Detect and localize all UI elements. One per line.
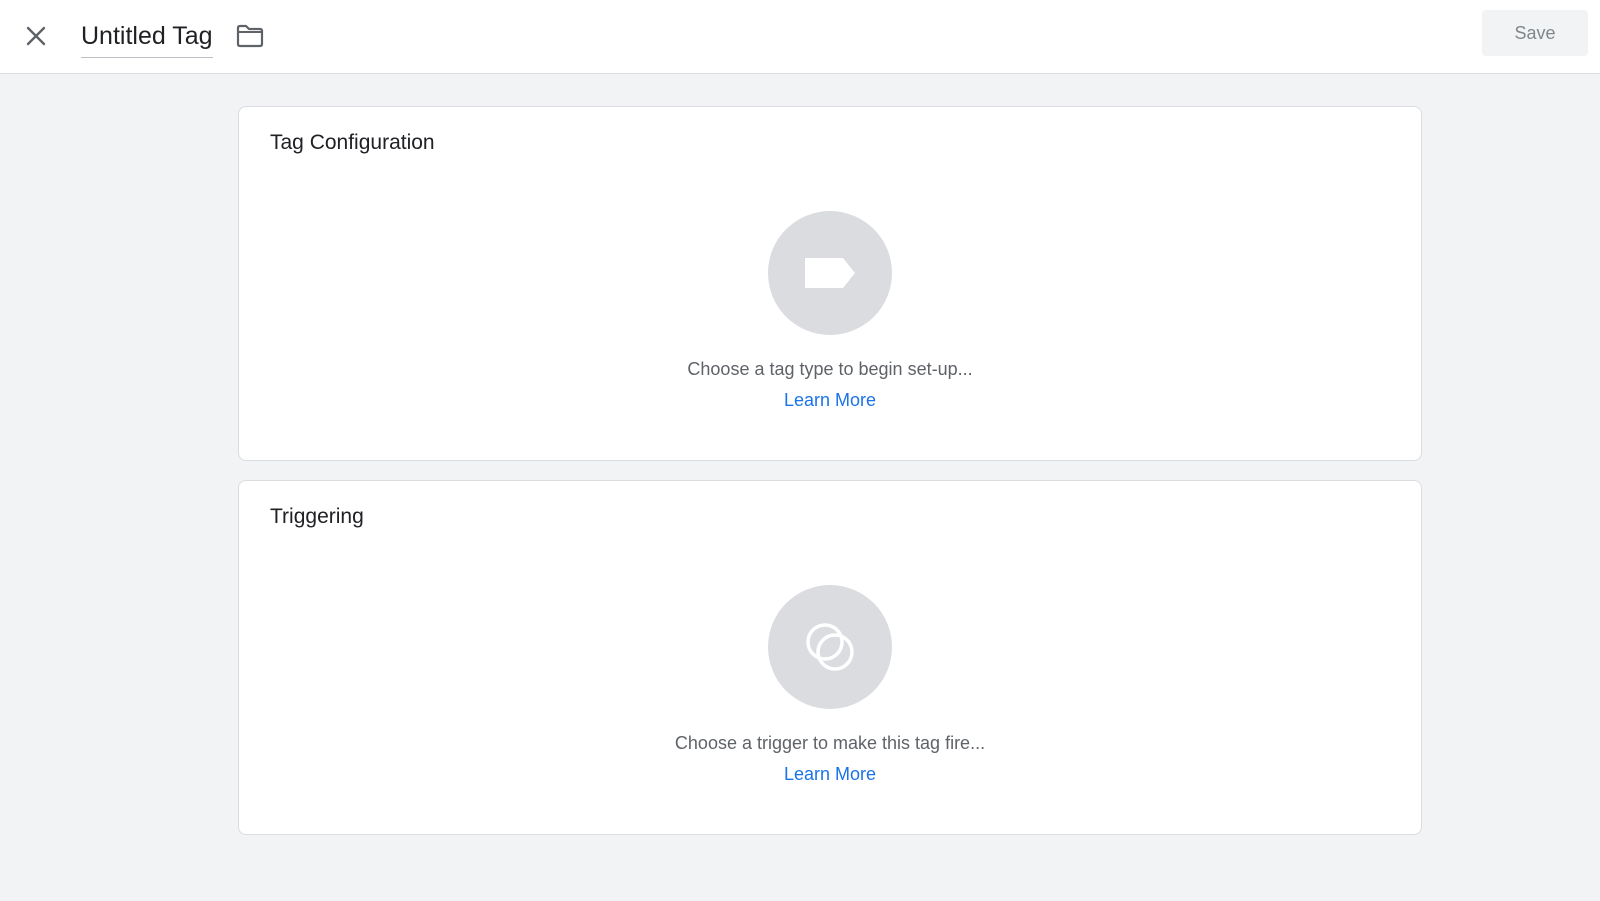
top-bar: Untitled Tag Save xyxy=(0,0,1600,74)
folder-icon xyxy=(236,24,264,48)
triggering-description: Choose a trigger to make this tag fire..… xyxy=(674,733,986,753)
tag-configuration-description: Choose a tag type to begin set-up... xyxy=(687,359,973,379)
close-button[interactable] xyxy=(18,18,54,54)
tag-icon xyxy=(805,258,855,288)
triggering-card[interactable]: Triggering Choose a trigger to make this… xyxy=(238,480,1422,835)
tag-configuration-learn-more-link[interactable]: Learn More xyxy=(784,390,876,410)
folder-button[interactable] xyxy=(234,21,266,51)
trigger-placeholder[interactable] xyxy=(768,585,892,709)
tag-configuration-title: Tag Configuration xyxy=(270,131,435,154)
triggering-learn-more-link[interactable]: Learn More xyxy=(784,764,876,784)
triggering-title: Triggering xyxy=(270,505,364,528)
save-button[interactable]: Save xyxy=(1482,10,1588,56)
tag-name-field[interactable]: Untitled Tag xyxy=(81,19,213,58)
tag-configuration-card[interactable]: Tag Configuration Choose a tag type to b… xyxy=(238,106,1422,461)
trigger-icon xyxy=(806,623,854,671)
tag-type-placeholder[interactable] xyxy=(768,211,892,335)
close-icon xyxy=(26,26,46,46)
